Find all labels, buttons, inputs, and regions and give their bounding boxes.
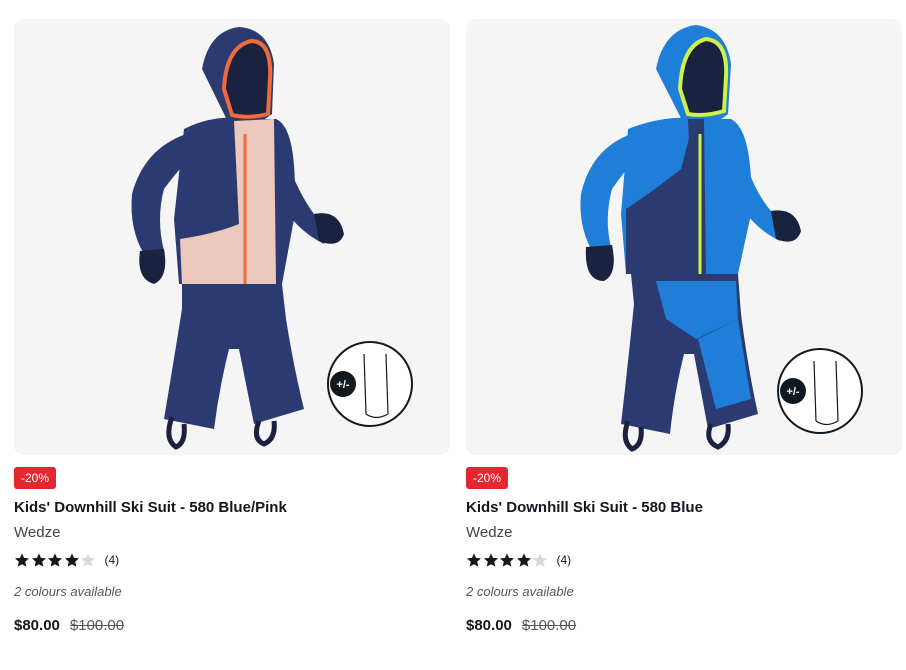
product-title[interactable]: Kids' Downhill Ski Suit - 580 Blue/Pink [14,499,450,517]
product-rating: (4) [14,551,450,569]
product-card[interactable]: +/- -20% Kids' Downhill Ski Suit - 580 B… [466,19,902,634]
star-filled-icon [64,553,79,567]
product-brand: Wedze [14,524,61,541]
svg-text:+/-: +/- [786,386,799,398]
ski-suit-blue-pink-icon: +/- [131,27,413,450]
star-filled-icon [500,553,514,567]
discount-badge: -20% [14,467,57,489]
star-filled-icon [516,553,531,567]
colours-available: 2 colours available [14,584,122,599]
ski-suit-blue-icon: +/- [580,25,863,452]
product-brand: Wedze [466,524,513,541]
star-filled-icon [467,553,481,567]
product-rating: (4) [466,551,902,569]
product-grid: +/- -20% Kids' Downhill Ski Suit - 580 B… [0,0,906,670]
review-count[interactable]: (4) [557,553,572,567]
product-image[interactable]: +/- [466,19,902,455]
star-filled-icon [48,553,62,567]
rating-stars [466,552,549,568]
star-empty-icon [81,553,95,567]
price-row: $80.00 $100.00 [14,617,450,634]
colours-available: 2 colours available [466,584,574,599]
product-title[interactable]: Kids' Downhill Ski Suit - 580 Blue [466,499,902,517]
star-empty-icon [533,553,547,567]
original-price: $100.00 [69,617,125,634]
svg-text:+/-: +/- [336,379,349,391]
product-image[interactable]: +/- [14,19,450,455]
original-price: $100.00 [521,617,577,634]
current-price: $80.00 [14,617,60,634]
price-row: $80.00 $100.00 [466,617,902,634]
product-card[interactable]: +/- -20% Kids' Downhill Ski Suit - 580 B… [14,19,450,634]
discount-badge: -20% [466,467,509,489]
current-price: $80.00 [466,617,512,634]
rating-stars [14,552,97,568]
star-filled-icon [15,553,29,567]
star-filled-icon [31,553,46,567]
star-filled-icon [483,553,498,567]
review-count[interactable]: (4) [105,553,120,567]
